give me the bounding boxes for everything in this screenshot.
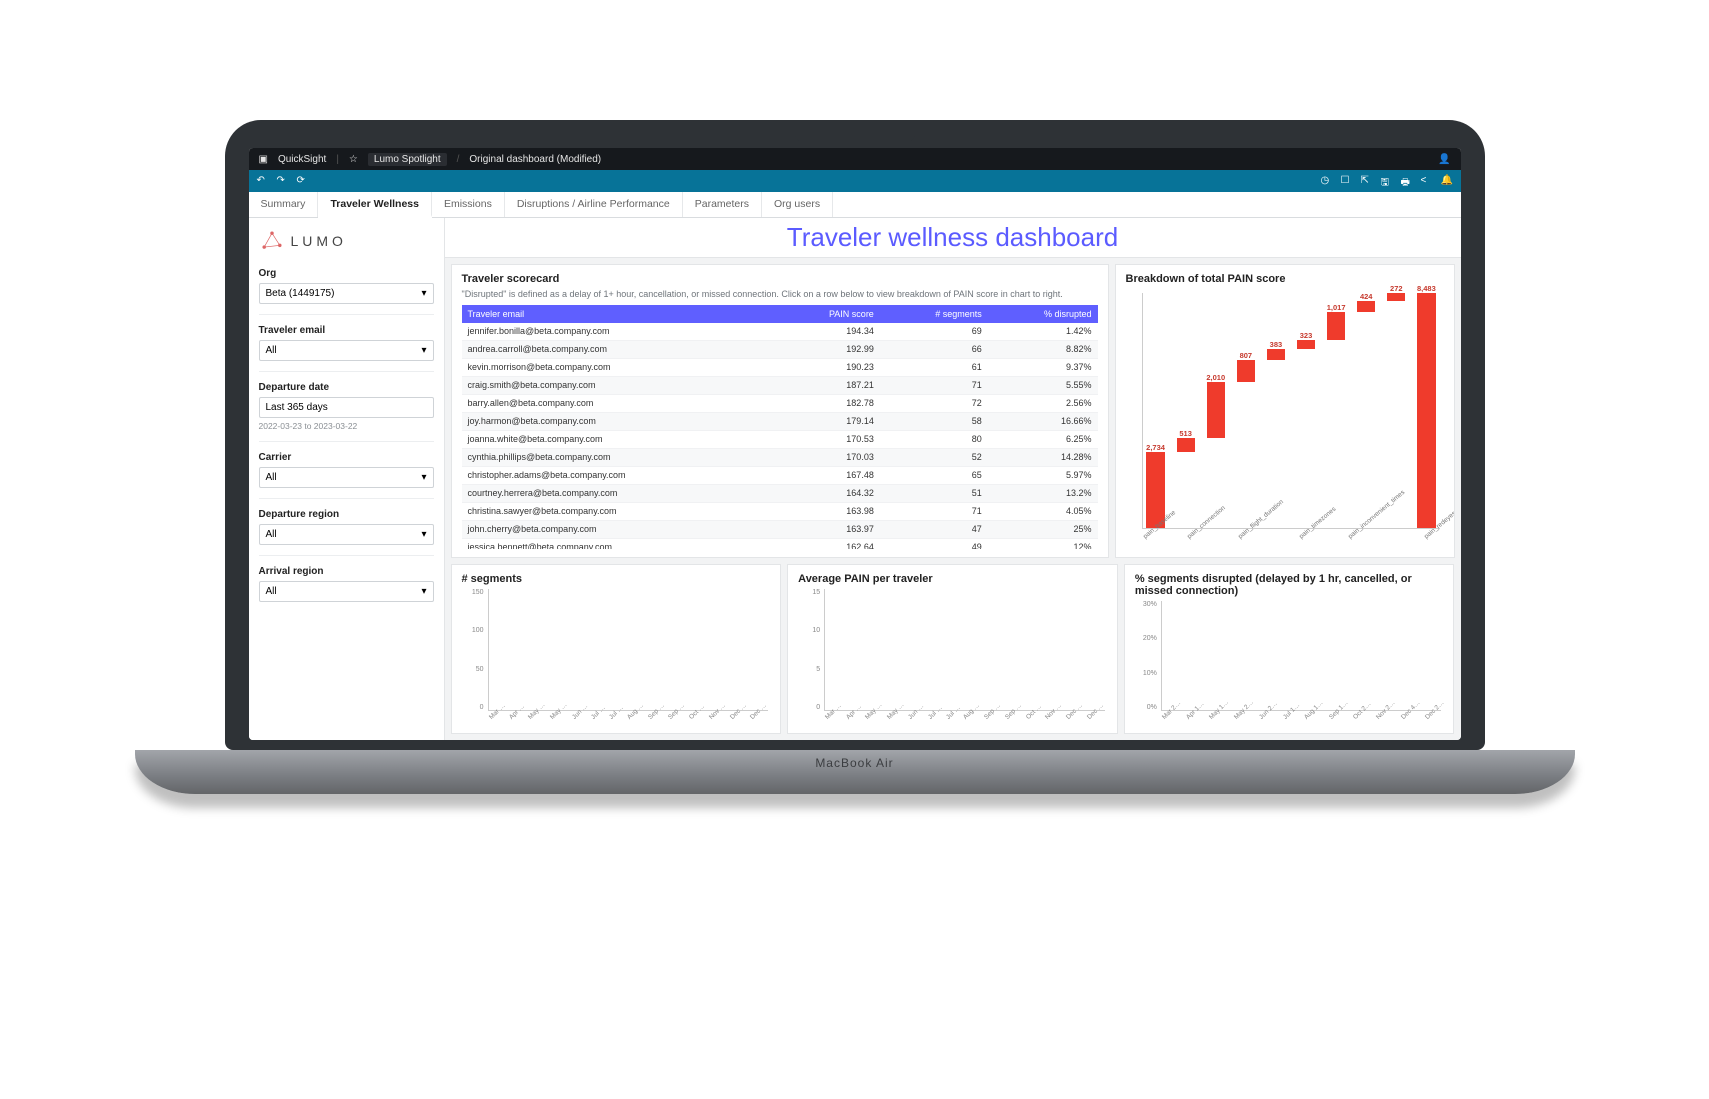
share-icon[interactable]: < — [1421, 175, 1433, 187]
camera-notch — [795, 134, 915, 142]
undo-icon[interactable]: ↶ — [257, 175, 269, 187]
tab-emissions[interactable]: Emissions — [432, 192, 505, 217]
page-title: Traveler wellness dashboard — [787, 222, 1118, 253]
tab-disruptions-airline-performance[interactable]: Disruptions / Airline Performance — [505, 192, 683, 217]
table-row[interactable]: andrea.carroll@beta.company.com192.99668… — [462, 340, 1098, 358]
panel-segments: # segments 150100500Mar …Apr …May …May …… — [451, 564, 782, 734]
table-row[interactable]: courtney.herrera@beta.company.com164.325… — [462, 484, 1098, 502]
panel-pct-disrupted: % segments disrupted (delayed by 1 hr, c… — [1124, 564, 1455, 734]
panel-breakdown: Breakdown of total PAIN score 2,7345132,… — [1115, 264, 1455, 558]
hero-bar: Traveler wellness dashboard — [445, 218, 1461, 258]
table-row[interactable]: cynthia.phillips@beta.company.com170.035… — [462, 448, 1098, 466]
bookmark-icon[interactable]: ☐ — [1341, 175, 1353, 187]
chevron-down-icon: ▾ — [421, 472, 426, 483]
refresh-icon[interactable]: ⟳ — [297, 175, 309, 187]
filter-arrival-region: Arrival region All▾ — [259, 566, 434, 602]
brand: LUMO — [259, 224, 434, 258]
email-select[interactable]: All▾ — [259, 340, 434, 361]
segments-chart[interactable]: 150100500Mar …Apr …May …May …Jun …Jul …J… — [462, 589, 771, 725]
arrival-region-select[interactable]: All▾ — [259, 581, 434, 602]
table-row[interactable]: jennifer.bonilla@beta.company.com194.346… — [462, 323, 1098, 341]
filter-departure-date: Departure date Last 365 days 2022-03-23 … — [259, 382, 434, 442]
chevron-down-icon: ▾ — [421, 529, 426, 540]
table-row[interactable]: christina.sawyer@beta.company.com163.987… — [462, 502, 1098, 520]
pct-disrupted-chart[interactable]: 30%20%10%0%Mar 2…Apr 1…May 1…May 2…Jun 2… — [1135, 601, 1444, 725]
quicksight-titlebar: ▣ QuickSight | ☆ Lumo Spotlight / Origin… — [249, 148, 1461, 170]
filter-carrier: Carrier All▾ — [259, 452, 434, 499]
screen: ▣ QuickSight | ☆ Lumo Spotlight / Origin… — [249, 148, 1461, 740]
table-row[interactable]: joy.harmon@beta.company.com179.145816.66… — [462, 412, 1098, 430]
chevron-down-icon: ▾ — [421, 288, 426, 299]
filter-departure-region: Departure region All▾ — [259, 509, 434, 556]
table-row[interactable]: christopher.adams@beta.company.com167.48… — [462, 466, 1098, 484]
scorecard-table[interactable]: Traveler emailPAIN score# segments% disr… — [462, 305, 1098, 549]
avg-pain-chart[interactable]: 151050Mar …Apr …May …May …Jun …Jul …Jul … — [798, 589, 1107, 725]
chevron-down-icon: ▾ — [421, 345, 426, 356]
breadcrumb-project[interactable]: Lumo Spotlight — [368, 153, 447, 166]
star-icon[interactable]: ☆ — [349, 154, 358, 165]
save-icon[interactable]: 🖫 — [1381, 175, 1393, 187]
panel-avg-pain: Average PAIN per traveler 151050Mar …Apr… — [787, 564, 1118, 734]
laptop-frame: ▣ QuickSight | ☆ Lumo Spotlight / Origin… — [225, 120, 1485, 794]
filter-email: Traveler email All▾ — [259, 325, 434, 372]
user-icon[interactable]: 👤 — [1438, 154, 1450, 165]
app-logo-icon: ▣ — [259, 154, 268, 165]
clock-icon[interactable]: ◷ — [1321, 175, 1333, 187]
tab-summary[interactable]: Summary — [249, 192, 319, 217]
table-row[interactable]: john.cherry@beta.company.com163.974725% — [462, 520, 1098, 538]
brand-text: LUMO — [291, 233, 347, 249]
carrier-select[interactable]: All▾ — [259, 467, 434, 488]
org-select[interactable]: Beta (1449175) ▾ — [259, 283, 434, 304]
departure-region-select[interactable]: All▾ — [259, 524, 434, 545]
table-row[interactable]: craig.smith@beta.company.com187.21715.55… — [462, 376, 1098, 394]
quicksight-toolbar: ↶ ↷ ⟳ ◷ ☐ ⇱ 🖫 🖶 < 🔔 — [249, 170, 1461, 192]
tab-parameters[interactable]: Parameters — [683, 192, 762, 217]
laptop-deck: MacBook Air — [135, 750, 1575, 794]
export-icon[interactable]: ⇱ — [1361, 175, 1373, 187]
filter-org: Org Beta (1449175) ▾ — [259, 268, 434, 315]
app-name: QuickSight — [278, 154, 326, 165]
table-row[interactable]: joanna.white@beta.company.com170.53806.2… — [462, 430, 1098, 448]
table-row[interactable]: barry.allen@beta.company.com182.78722.56… — [462, 394, 1098, 412]
tab-org-users[interactable]: Org users — [762, 192, 833, 217]
device-label: MacBook Air — [815, 756, 893, 770]
table-row[interactable]: kevin.morrison@beta.company.com190.23619… — [462, 358, 1098, 376]
breadcrumb-doc[interactable]: Original dashboard (Modified) — [469, 154, 601, 165]
chevron-down-icon: ▾ — [421, 586, 426, 597]
lumo-logo-icon — [259, 228, 285, 254]
redo-icon[interactable]: ↷ — [277, 175, 289, 187]
table-row[interactable]: jessica.bennett@beta.company.com162.6449… — [462, 538, 1098, 549]
dashboard-tabs: SummaryTraveler WellnessEmissionsDisrupt… — [249, 192, 1461, 218]
tab-traveler-wellness[interactable]: Traveler Wellness — [318, 192, 432, 217]
departure-date-select[interactable]: Last 365 days — [259, 397, 434, 418]
print-icon[interactable]: 🖶 — [1401, 175, 1413, 187]
bell-icon[interactable]: 🔔 — [1441, 175, 1453, 187]
panel-scorecard: Traveler scorecard "Disrupted" is define… — [451, 264, 1109, 558]
waterfall-chart[interactable]: 2,7345132,0108073833231,0174242728,483pa… — [1126, 289, 1444, 549]
filter-sidebar: LUMO Org Beta (1449175) ▾ Traveler email… — [249, 218, 445, 740]
